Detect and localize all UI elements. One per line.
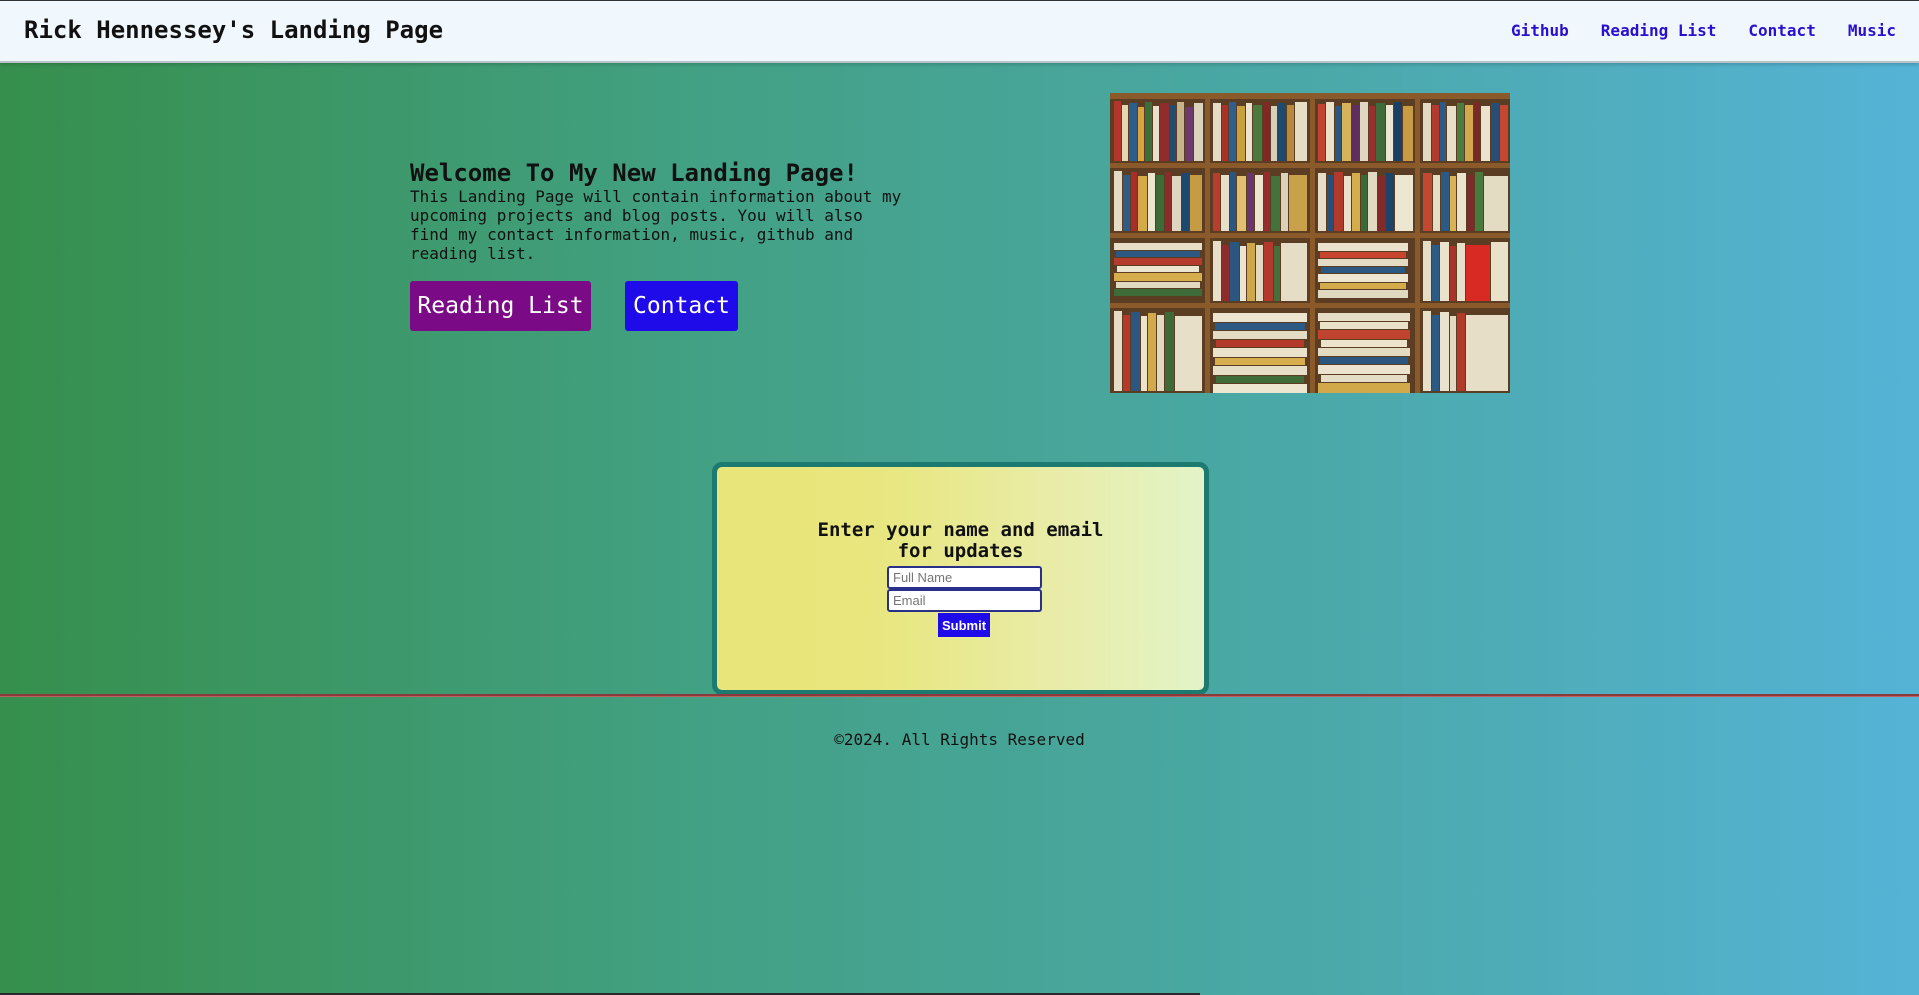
copyright-text: ©2024. All Rights Reserved (834, 730, 1085, 749)
hero-description: This Landing Page will contain informati… (410, 187, 902, 263)
site-title: Rick Hennessey's Landing Page (24, 16, 444, 44)
footer: ©2024. All Rights Reserved (0, 730, 1919, 749)
hero-section: Welcome To My New Landing Page! This Lan… (410, 160, 910, 263)
email-input[interactable] (887, 589, 1042, 612)
nav-contact[interactable]: Contact (1748, 21, 1815, 40)
reading-list-button[interactable]: Reading List (410, 281, 591, 331)
nav-reading-list[interactable]: Reading List (1601, 21, 1717, 40)
main-nav: Github Reading List Contact Music (1479, 21, 1896, 40)
contact-button[interactable]: Contact (625, 281, 738, 331)
full-name-input[interactable] (887, 566, 1042, 589)
signup-card: Enter your name and email for updates Su… (712, 462, 1209, 695)
signup-title: Enter your name and email for updates (817, 519, 1104, 562)
submit-button[interactable]: Submit (938, 613, 990, 637)
site-header: Rick Hennessey's Landing Page Github Rea… (0, 0, 1919, 63)
hero-title: Welcome To My New Landing Page! (410, 159, 858, 187)
bookshelf-image (1110, 93, 1510, 393)
nav-music[interactable]: Music (1848, 21, 1896, 40)
footer-divider (0, 694, 1919, 697)
nav-github[interactable]: Github (1511, 21, 1569, 40)
